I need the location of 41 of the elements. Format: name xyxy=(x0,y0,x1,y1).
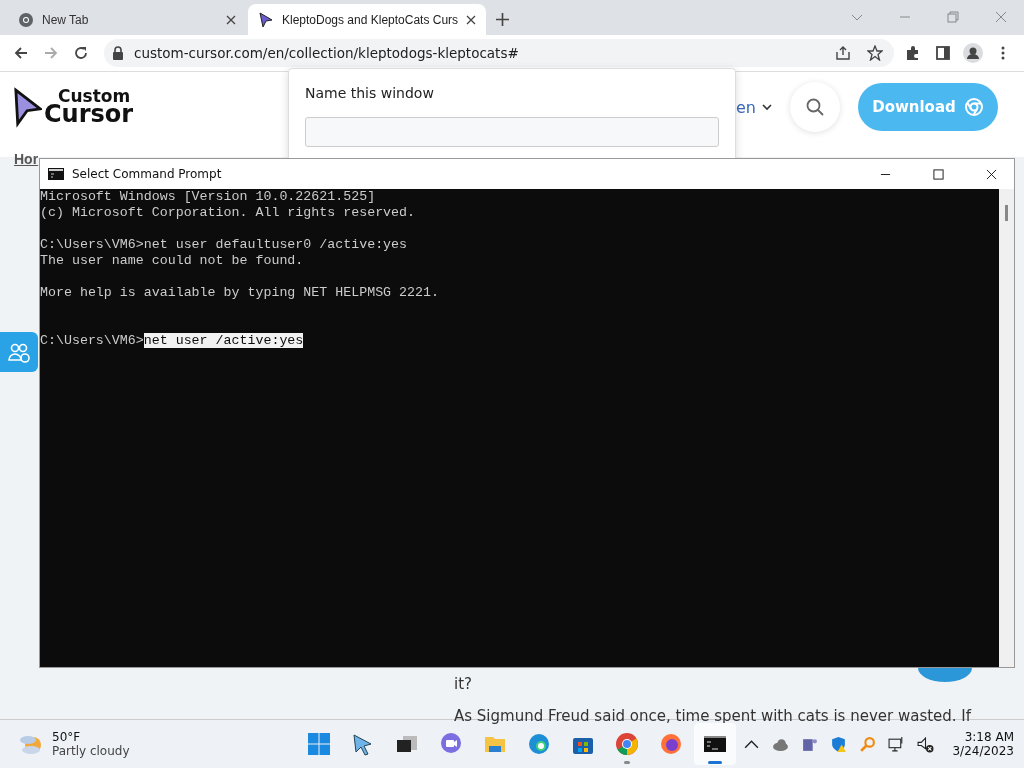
terminal-icon xyxy=(48,168,64,180)
chevron-down-icon xyxy=(762,102,772,112)
breadcrumb-link[interactable]: Hor xyxy=(14,152,39,167)
weather-condition: Partly cloudy xyxy=(52,744,130,758)
input-field[interactable] xyxy=(305,117,719,147)
search-button[interactable] xyxy=(790,82,840,132)
article-text: it? xyxy=(454,675,473,693)
site-logo[interactable]: Custom Cursor xyxy=(14,85,134,129)
console-line: More help is available by typing NET HELPMSG 2221. xyxy=(40,285,440,301)
date-text: 3/24/2023 xyxy=(952,744,1014,758)
console-line: C:\Users\VM6>net user defaultuser0 /active:yes xyxy=(40,237,409,253)
floating-button[interactable] xyxy=(918,668,972,682)
browser-tab[interactable]: New Tab xyxy=(8,4,246,35)
close-icon[interactable] xyxy=(226,14,236,25)
console-command: net user /active:yes xyxy=(143,333,304,348)
temperature-text: 50°F xyxy=(52,730,82,744)
cursor-icon xyxy=(258,11,274,28)
close-icon[interactable] xyxy=(986,168,997,180)
close-icon[interactable] xyxy=(466,14,476,25)
terminal-icon[interactable] xyxy=(694,723,736,765)
dialog-title: Name this window xyxy=(305,85,435,101)
time-text: 3:18 AM xyxy=(964,730,1014,744)
address-bar[interactable]: custom-cursor.com/en/collection/kleptodogs-kleptocats# xyxy=(104,39,894,67)
console-line: (c) Microsoft Corporation. All rights reserved. xyxy=(40,205,417,221)
browser-tab[interactable]: KleptoDogs and KleptoCats Curs xyxy=(248,4,486,35)
maximize-icon[interactable] xyxy=(933,168,944,180)
star-icon[interactable] xyxy=(864,42,886,64)
console-line: Microsoft Windows [Version 10.0.22621.525] xyxy=(40,189,377,205)
community-button[interactable] xyxy=(0,332,38,372)
scrollbar[interactable] xyxy=(999,189,1014,667)
url-text: custom-cursor.com/en/collection/kleptodogs-kleptocats# xyxy=(134,45,519,61)
article-text: As Sigmund Freud said once, time spent with cats is never wasted. If xyxy=(454,707,973,725)
lock-icon xyxy=(112,46,124,60)
window-title: Select Command Prompt xyxy=(72,167,222,181)
search-icon xyxy=(805,97,825,117)
new-tab-icon[interactable] xyxy=(496,13,509,26)
clock[interactable]: 3:18 AM 3/24/2023 xyxy=(952,730,1014,758)
language-selector[interactable]: en xyxy=(736,97,772,117)
console-prompt: C:\Users\VM6> xyxy=(40,333,144,348)
profile-icon[interactable] xyxy=(962,42,984,64)
console-line: The user name could not be found. xyxy=(40,253,305,269)
